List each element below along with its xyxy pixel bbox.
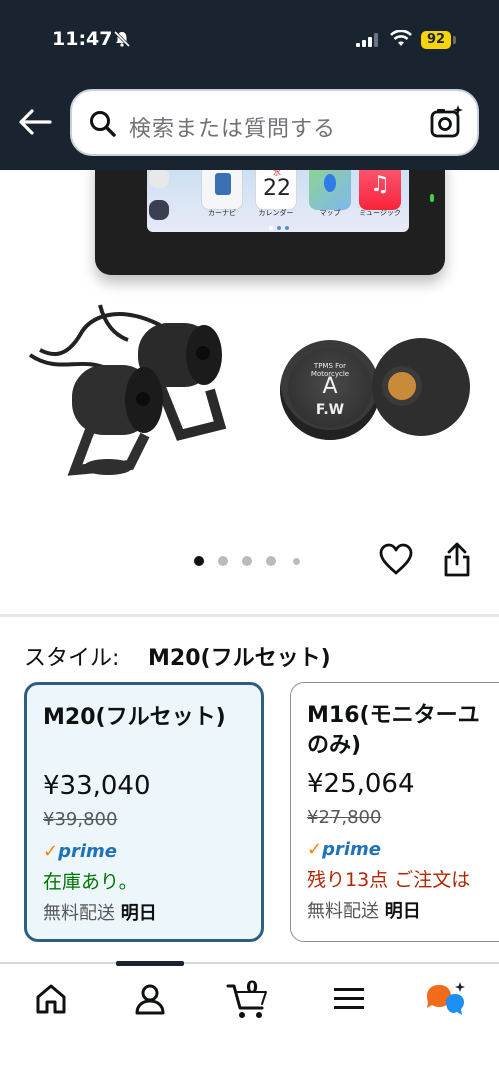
cart-icon[interactable]: 0: [226, 978, 270, 1020]
settings-app-icon: [149, 170, 169, 188]
app-label: ミュージック: [359, 209, 401, 217]
tpms-sensor-front: TPMS For Motorcycle A F.W: [280, 340, 380, 440]
bottom-tab-bar: 0: [0, 961, 499, 1080]
signal-icon: [356, 33, 378, 47]
pager-dot: [293, 558, 300, 565]
battery-tip: [453, 36, 456, 44]
tab-indicator: [116, 961, 184, 966]
option-stock: 在庫あり。: [43, 871, 138, 893]
status-time: 11:47: [52, 28, 113, 50]
prime-check-icon: ✓: [307, 839, 323, 860]
prime-check-icon: ✓: [43, 841, 59, 862]
cart-count: 0: [246, 978, 258, 998]
style-selected-value: M20(フルセット): [148, 646, 331, 671]
pager-dot: [218, 556, 228, 566]
home-icon[interactable]: [34, 982, 68, 1016]
sensor-letter: A: [322, 374, 338, 399]
grid-app-icon: [149, 200, 169, 220]
heart-icon[interactable]: [378, 542, 414, 576]
search-icon: [90, 111, 116, 137]
option-shipping: 無料配送 明日: [307, 901, 421, 922]
search-input[interactable]: 検索または質問する: [70, 89, 479, 156]
bell-muted-icon: [113, 30, 131, 48]
pager-dot: [242, 556, 252, 566]
option-price: ¥33,040: [43, 771, 151, 801]
app-label: カレンダー: [258, 209, 294, 217]
search-placeholder: 検索または質問する: [129, 117, 337, 142]
camera-search-icon[interactable]: [430, 105, 464, 139]
status-led: [430, 194, 434, 202]
music-app-icon: ♫: [359, 170, 401, 210]
style-label: スタイル:: [24, 646, 120, 671]
option-shipping: 無料配送 明日: [43, 903, 157, 924]
calendar-app-icon: 水 22: [255, 170, 297, 210]
pager-dot-active: [194, 556, 204, 566]
screen-page-dots: [269, 226, 297, 230]
option-name: M20(フルセット): [43, 705, 226, 730]
option-name: M16(モニターユ のみ): [307, 703, 480, 758]
product-image[interactable]: カーナビ 水 22 カレンダー マップ ♫ ミュージック TPMS For Mo…: [0, 170, 499, 540]
account-icon[interactable]: [133, 982, 167, 1016]
pager-dot: [266, 556, 276, 566]
prime-badge: ✓prime: [307, 839, 381, 860]
monitor-image: カーナビ 水 22 カレンダー マップ ♫ ミュージック: [95, 170, 445, 275]
sensor-position: F.W: [315, 402, 345, 418]
menu-icon[interactable]: [333, 986, 365, 1012]
share-icon[interactable]: [442, 542, 472, 578]
style-option-m20[interactable]: M20(フルセット) ¥33,040 ¥39,800 ✓prime 在庫あり。 …: [24, 682, 264, 942]
option-list-price: ¥39,800: [43, 809, 118, 830]
style-option-m16[interactable]: M16(モニターユ のみ) ¥25,064 ¥27,800 ✓prime 残り1…: [290, 682, 499, 942]
back-arrow-icon[interactable]: [18, 108, 52, 136]
camera-pair-image: [28, 304, 227, 476]
option-price: ¥25,064: [307, 769, 415, 799]
rufus-icon[interactable]: [424, 980, 468, 1020]
battery-indicator: 92: [421, 31, 451, 49]
app-header: 11:47 92 検索または質問する: [0, 0, 499, 170]
option-stock: 残り13点 ご注文は: [307, 869, 471, 891]
app-label: カーナビ: [208, 209, 236, 217]
navi-app-icon: [201, 170, 243, 210]
maps-app-icon: [309, 170, 351, 210]
wifi-icon: [390, 30, 412, 46]
option-list-price: ¥27,800: [307, 807, 382, 828]
prime-badge: ✓prime: [43, 841, 117, 862]
section-divider: [0, 614, 499, 617]
tpms-sensor-rear: [372, 338, 470, 436]
monitor-screen: カーナビ 水 22 カレンダー マップ ♫ ミュージック: [147, 170, 409, 232]
